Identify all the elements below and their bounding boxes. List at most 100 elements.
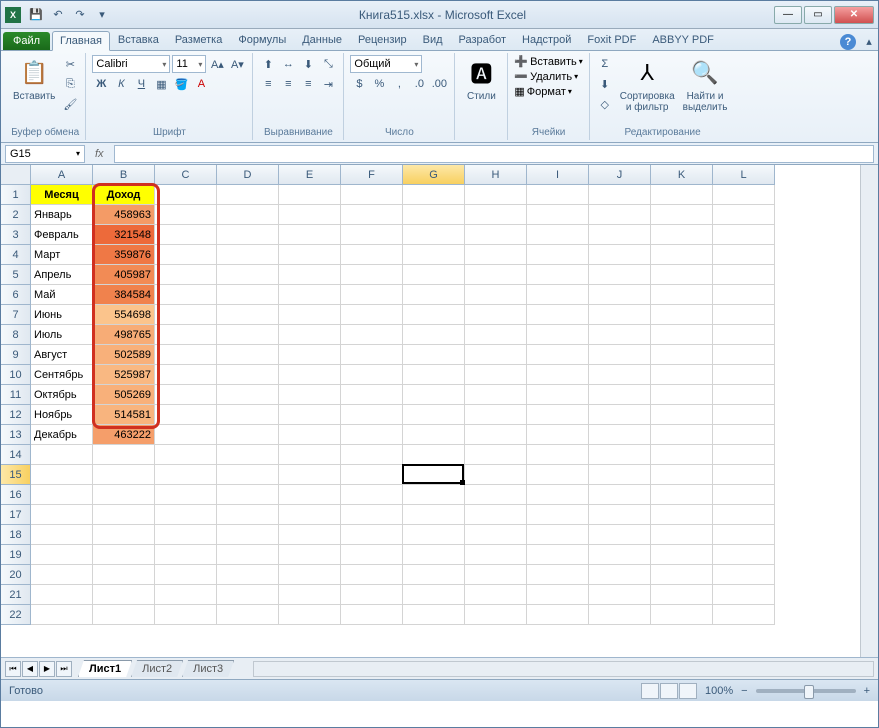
cell-L15[interactable] — [713, 465, 775, 485]
cell-I14[interactable] — [527, 445, 589, 465]
cell-H1[interactable] — [465, 185, 527, 205]
zoom-level[interactable]: 100% — [705, 685, 733, 697]
paste-button[interactable]: 📋 Вставить — [11, 55, 57, 104]
tab-next-icon[interactable]: ▶ — [39, 661, 55, 677]
cell-K10[interactable] — [651, 365, 713, 385]
row-header-7[interactable]: 7 — [1, 305, 31, 325]
delete-cells-button[interactable]: ➖Удалить▾ — [514, 70, 582, 83]
cell-E17[interactable] — [279, 505, 341, 525]
cell-I16[interactable] — [527, 485, 589, 505]
cell-B5[interactable]: 405987 — [93, 265, 155, 285]
cell-L1[interactable] — [713, 185, 775, 205]
cell-G12[interactable] — [403, 405, 465, 425]
cell-K13[interactable] — [651, 425, 713, 445]
cell-K12[interactable] — [651, 405, 713, 425]
cell-A19[interactable] — [31, 545, 93, 565]
cell-C2[interactable] — [155, 205, 217, 225]
border-icon[interactable]: ▦ — [152, 75, 170, 93]
cell-A9[interactable]: Август — [31, 345, 93, 365]
cell-G21[interactable] — [403, 585, 465, 605]
cell-G11[interactable] — [403, 385, 465, 405]
cell-J5[interactable] — [589, 265, 651, 285]
cell-I18[interactable] — [527, 525, 589, 545]
cell-D22[interactable] — [217, 605, 279, 625]
cell-K9[interactable] — [651, 345, 713, 365]
cell-K11[interactable] — [651, 385, 713, 405]
cell-L17[interactable] — [713, 505, 775, 525]
col-header-E[interactable]: E — [279, 165, 341, 185]
align-middle-icon[interactable]: ↔ — [279, 55, 297, 73]
cell-A3[interactable]: Февраль — [31, 225, 93, 245]
cell-E19[interactable] — [279, 545, 341, 565]
cell-I22[interactable] — [527, 605, 589, 625]
cell-C14[interactable] — [155, 445, 217, 465]
cell-D18[interactable] — [217, 525, 279, 545]
cell-H14[interactable] — [465, 445, 527, 465]
cell-B20[interactable] — [93, 565, 155, 585]
col-header-J[interactable]: J — [589, 165, 651, 185]
cell-F3[interactable] — [341, 225, 403, 245]
cell-A4[interactable]: Март — [31, 245, 93, 265]
cell-F6[interactable] — [341, 285, 403, 305]
row-header-8[interactable]: 8 — [1, 325, 31, 345]
cell-B3[interactable]: 321548 — [93, 225, 155, 245]
cell-B4[interactable]: 359876 — [93, 245, 155, 265]
cell-E22[interactable] — [279, 605, 341, 625]
align-left-icon[interactable]: ≡ — [259, 75, 277, 93]
cell-H9[interactable] — [465, 345, 527, 365]
cell-E18[interactable] — [279, 525, 341, 545]
cell-K18[interactable] — [651, 525, 713, 545]
cell-D13[interactable] — [217, 425, 279, 445]
cell-I3[interactable] — [527, 225, 589, 245]
cell-J21[interactable] — [589, 585, 651, 605]
cell-F9[interactable] — [341, 345, 403, 365]
col-header-D[interactable]: D — [217, 165, 279, 185]
cell-A1[interactable]: Месяц — [31, 185, 93, 205]
cell-B21[interactable] — [93, 585, 155, 605]
cell-D21[interactable] — [217, 585, 279, 605]
cell-H19[interactable] — [465, 545, 527, 565]
cell-L18[interactable] — [713, 525, 775, 545]
comma-icon[interactable]: , — [390, 75, 408, 93]
cell-A7[interactable]: Июнь — [31, 305, 93, 325]
cell-A21[interactable] — [31, 585, 93, 605]
tab-layout[interactable]: Разметка — [167, 30, 231, 50]
cell-C13[interactable] — [155, 425, 217, 445]
underline-button[interactable]: Ч — [132, 75, 150, 93]
tab-review[interactable]: Рецензир — [350, 30, 415, 50]
cell-I11[interactable] — [527, 385, 589, 405]
cell-G20[interactable] — [403, 565, 465, 585]
cell-B17[interactable] — [93, 505, 155, 525]
cell-D10[interactable] — [217, 365, 279, 385]
cell-D15[interactable] — [217, 465, 279, 485]
row-header-1[interactable]: 1 — [1, 185, 31, 205]
cell-L6[interactable] — [713, 285, 775, 305]
cell-K6[interactable] — [651, 285, 713, 305]
cell-C8[interactable] — [155, 325, 217, 345]
row-header-18[interactable]: 18 — [1, 525, 31, 545]
qat-more-icon[interactable]: ▾ — [93, 6, 111, 24]
cell-H6[interactable] — [465, 285, 527, 305]
cell-I1[interactable] — [527, 185, 589, 205]
cell-A8[interactable]: Июль — [31, 325, 93, 345]
cell-I21[interactable] — [527, 585, 589, 605]
cell-K3[interactable] — [651, 225, 713, 245]
cell-J15[interactable] — [589, 465, 651, 485]
cell-F17[interactable] — [341, 505, 403, 525]
cell-A12[interactable]: Ноябрь — [31, 405, 93, 425]
percent-icon[interactable]: % — [370, 75, 388, 93]
cell-C18[interactable] — [155, 525, 217, 545]
save-icon[interactable]: 💾 — [27, 6, 45, 24]
cell-J7[interactable] — [589, 305, 651, 325]
cell-K20[interactable] — [651, 565, 713, 585]
styles-button[interactable]: 🅰 Стили — [461, 55, 501, 104]
cell-B19[interactable] — [93, 545, 155, 565]
cell-G8[interactable] — [403, 325, 465, 345]
cell-D17[interactable] — [217, 505, 279, 525]
cell-A11[interactable]: Октябрь — [31, 385, 93, 405]
increase-decimal-icon[interactable]: .0 — [410, 75, 428, 93]
ribbon-minimize-icon[interactable]: ▴ — [860, 32, 878, 50]
cell-C21[interactable] — [155, 585, 217, 605]
cell-A13[interactable]: Декабрь — [31, 425, 93, 445]
name-box[interactable]: G15▾ — [5, 145, 85, 163]
